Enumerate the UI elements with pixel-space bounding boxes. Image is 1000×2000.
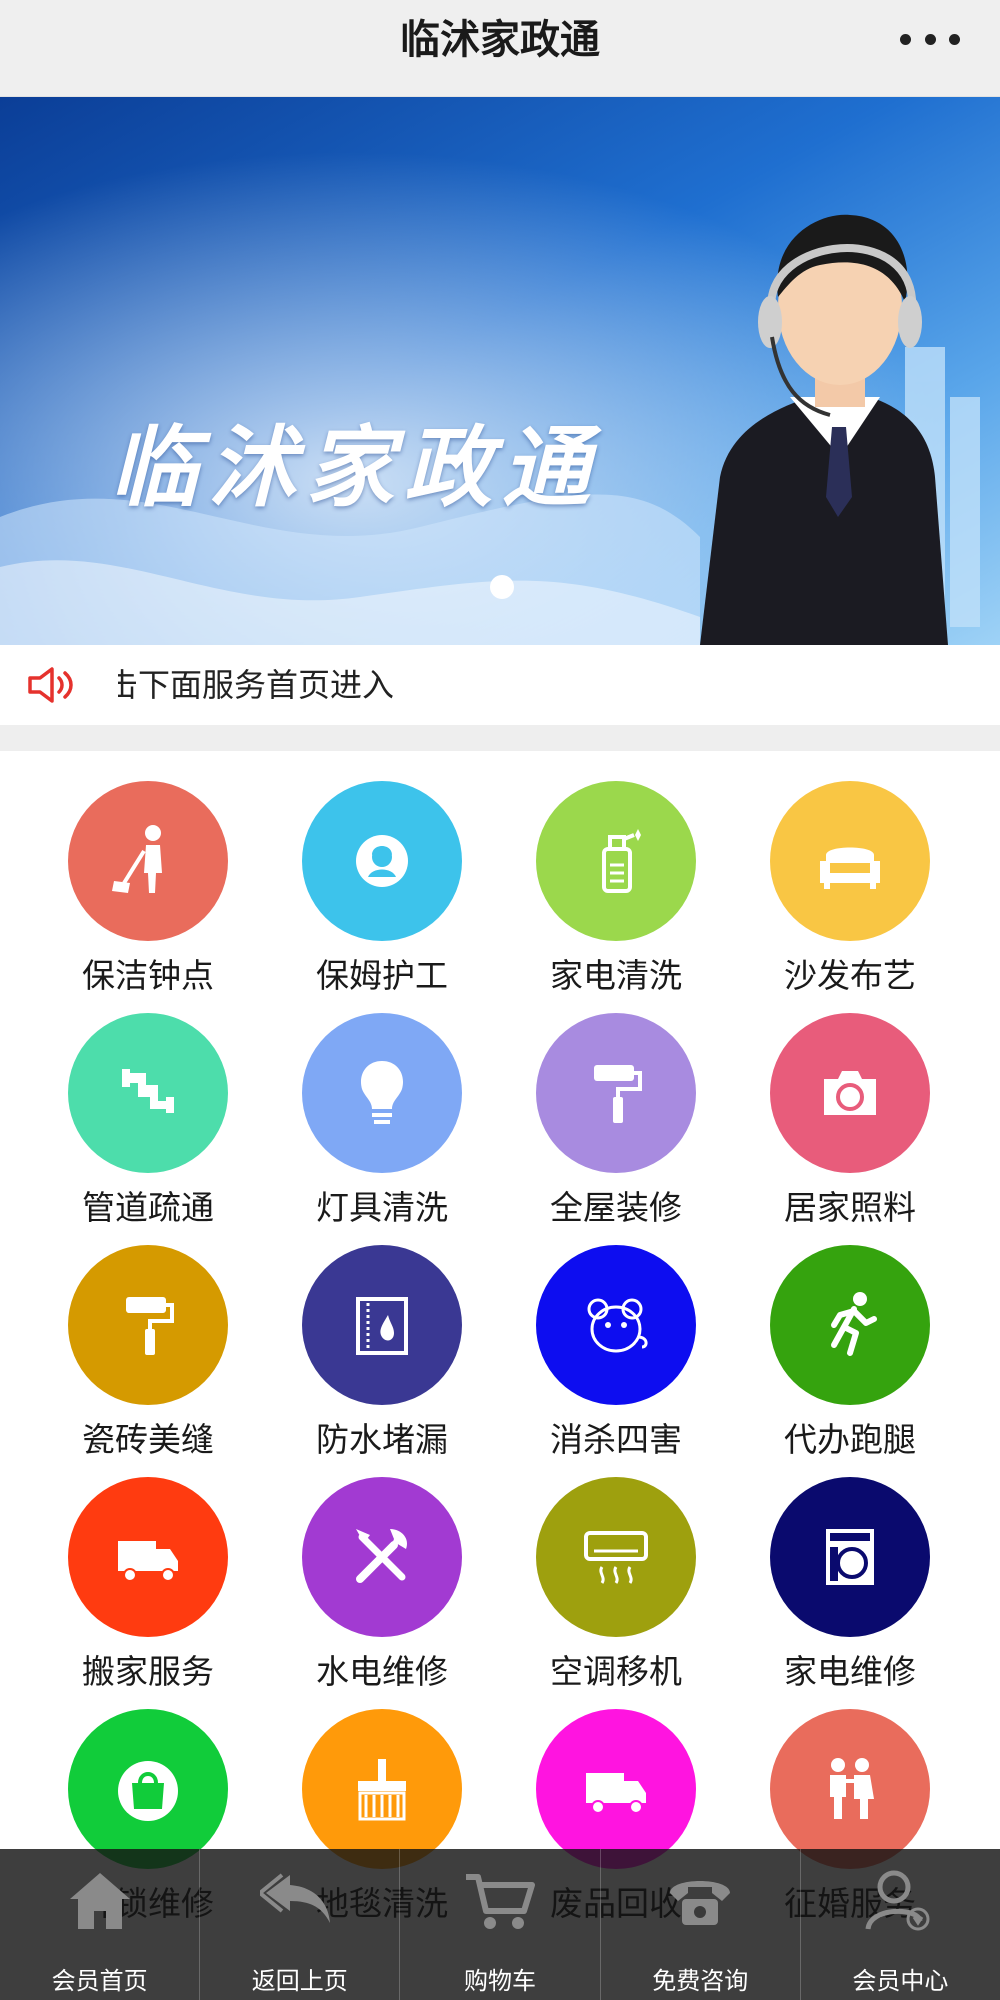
service-icon-circle — [68, 1477, 228, 1637]
service-icon-circle — [770, 1709, 930, 1869]
spray-bottle-icon — [602, 829, 641, 893]
tools-icon — [356, 1529, 408, 1583]
service-icon-circle — [536, 1245, 696, 1405]
runner-icon — [831, 1292, 877, 1356]
truck-icon — [586, 1773, 646, 1814]
service-icon-circle — [68, 1709, 228, 1869]
service-item[interactable]: 管道疏通 — [35, 983, 269, 1227]
light-bulb-icon — [360, 1061, 404, 1124]
service-icon-circle — [302, 1477, 462, 1637]
tab-label: 会员中心 — [852, 1967, 949, 1995]
service-icon-circle — [536, 1709, 696, 1869]
camera-icon — [824, 1071, 876, 1115]
service-item[interactable]: 防水堵漏 — [269, 1215, 503, 1459]
service-icon-circle — [68, 1013, 228, 1173]
service-icon-circle — [770, 1477, 930, 1637]
speaker-icon — [28, 667, 73, 703]
bag-icon — [118, 1761, 178, 1821]
tab-label: 会员首页 — [51, 1967, 148, 1995]
air-conditioner-icon — [584, 1531, 648, 1584]
tab-cart[interactable]: 购物车 — [400, 1849, 601, 2000]
page-title: 临沭家政通 — [400, 17, 600, 63]
sofa-icon — [820, 847, 880, 889]
paint-roller-icon — [594, 1065, 642, 1123]
service-item[interactable]: 家电清洗 — [503, 751, 737, 995]
cleaner-icon — [112, 825, 162, 893]
service-icon-circle — [536, 781, 696, 941]
service-item[interactable]: 保洁钟点 — [35, 751, 269, 995]
service-grid: 保洁钟点 保姆护工 家电清洗 沙发布艺管道疏通 灯具清洗 全屋装修 居家照料瓷砖美缝 防水堵漏… — [0, 751, 1000, 1923]
back-icon — [259, 1863, 340, 1933]
user-icon — [860, 1863, 940, 1933]
tab-label: 购物车 — [464, 1967, 536, 1995]
tab-label: 返回上页 — [251, 1967, 348, 1995]
couple-icon — [830, 1758, 874, 1819]
tab-home[interactable]: 会员首页 — [0, 1849, 201, 2000]
truck-icon — [118, 1541, 178, 1582]
service-icon-circle — [536, 1013, 696, 1173]
banner-image — [0, 97, 1000, 645]
more-dots-icon[interactable] — [900, 24, 960, 54]
tab-user[interactable]: 会员中心 — [801, 1849, 1000, 2000]
washing-machine-icon — [826, 1529, 874, 1585]
service-item[interactable]: 居家照料 — [737, 983, 971, 1227]
paint-roller-icon — [126, 1297, 174, 1355]
cart-icon — [460, 1863, 540, 1933]
service-item[interactable]: 保姆护工 — [269, 751, 503, 995]
home-icon — [60, 1863, 140, 1933]
banner-title: 临沭家政通 — [110, 416, 601, 519]
service-item[interactable]: 沙发布艺 — [737, 751, 971, 995]
tab-back[interactable]: 返回上页 — [200, 1849, 401, 2000]
section-divider — [0, 725, 1000, 751]
pipe-icon — [122, 1069, 174, 1113]
bottom-tab-bar: 会员首页 返回上页 购物车 免费咨询 会员中心 — [0, 1849, 1000, 2000]
service-icon-circle — [68, 781, 228, 941]
service-item[interactable]: 家电维修 — [737, 1447, 971, 1691]
service-icon-circle — [302, 1245, 462, 1405]
service-item[interactable]: 全屋装修 — [503, 983, 737, 1227]
top-nav-bar: 临沭家政通 — [0, 0, 1000, 97]
nanny-icon — [356, 835, 408, 887]
notice-bar: 击下面服务首页进入 — [0, 645, 1000, 725]
service-item[interactable]: 灯具清洗 — [269, 983, 503, 1227]
water-drop-icon — [356, 1297, 408, 1355]
service-item[interactable]: 水电维修 — [269, 1447, 503, 1691]
mouse-icon — [587, 1298, 648, 1353]
service-item[interactable]: 代办跑腿 — [737, 1215, 971, 1459]
phone-icon — [660, 1863, 740, 1933]
service-icon-circle — [770, 1013, 930, 1173]
notice-text: 击下面服务首页进入 — [118, 666, 395, 704]
service-item[interactable]: 消杀四害 — [503, 1215, 737, 1459]
banner-carousel[interactable]: 临沭家政通 — [0, 97, 1000, 645]
service-icon-circle — [68, 1245, 228, 1405]
service-icon-circle — [302, 1013, 462, 1173]
service-icon-circle — [302, 781, 462, 941]
tab-phone[interactable]: 免费咨询 — [601, 1849, 801, 2000]
service-icon-circle — [770, 1245, 930, 1405]
service-icon-circle — [302, 1709, 462, 1869]
service-item[interactable]: 搬家服务 — [35, 1447, 269, 1691]
service-item[interactable]: 空调移机 — [503, 1447, 737, 1691]
service-icon-circle — [536, 1477, 696, 1637]
carousel-dot[interactable] — [490, 575, 514, 599]
service-icon-circle — [770, 781, 930, 941]
service-item[interactable]: 瓷砖美缝 — [35, 1215, 269, 1459]
broom-icon — [358, 1759, 406, 1821]
tab-label: 免费咨询 — [652, 1967, 749, 1995]
